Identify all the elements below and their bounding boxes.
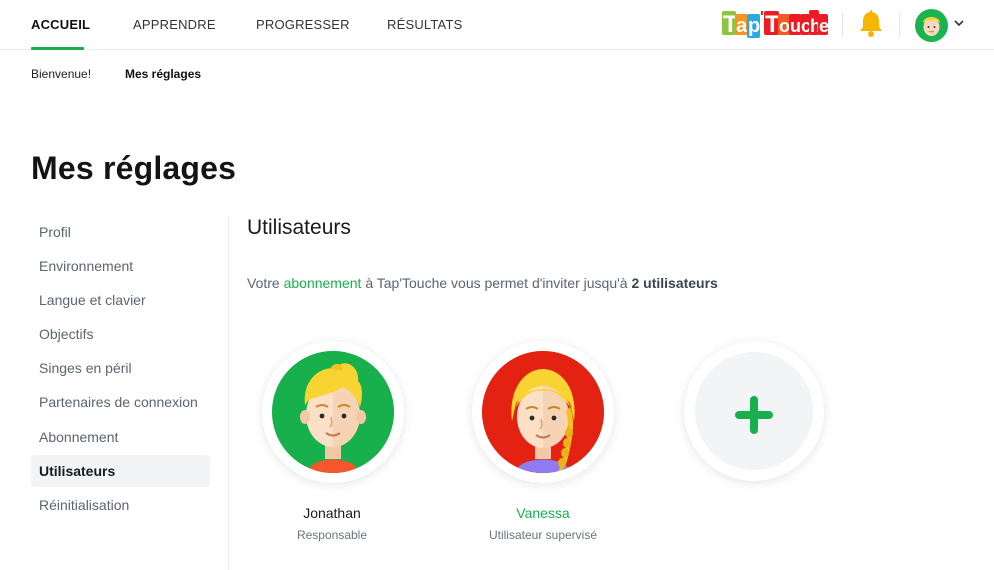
girl-avatar-icon <box>482 351 604 473</box>
nav-resultats[interactable]: RÉSULTATS <box>387 17 462 32</box>
user-avatar[interactable] <box>482 351 604 473</box>
section-title: Utilisateurs <box>247 216 351 239</box>
plus-icon <box>735 396 773 434</box>
page-title: Mes réglages <box>31 150 237 186</box>
boy-avatar-icon <box>272 351 394 473</box>
subnav-bienvenue[interactable]: Bienvenue! <box>31 67 91 81</box>
svg-text:p: p <box>748 15 760 37</box>
nav-progresser[interactable]: PROGRESSER <box>256 17 350 32</box>
user-limit: 2 utilisateurs <box>631 275 718 291</box>
subnav-mes-reglages[interactable]: Mes réglages <box>125 67 201 81</box>
bell-icon[interactable] <box>858 10 884 38</box>
sidebar-item-langue-clavier[interactable]: Langue et clavier <box>31 284 210 316</box>
user-name-jonathan: Jonathan <box>303 505 361 521</box>
sidebar-item-utilisateurs[interactable]: Utilisateurs <box>31 455 210 487</box>
divider <box>842 13 843 37</box>
nav-apprendre[interactable]: APPRENDRE <box>133 17 216 32</box>
sidebar-item-singes[interactable]: Singes en péril <box>31 352 210 384</box>
sidebar-item-abonnement[interactable]: Abonnement <box>31 421 210 453</box>
svg-text:a: a <box>736 15 748 37</box>
user-name-vanessa[interactable]: Vanessa <box>453 505 633 521</box>
svg-text:e: e <box>819 16 828 36</box>
user-role-jonathan: Responsable <box>296 528 368 542</box>
svg-text:': ' <box>760 9 764 26</box>
active-nav-indicator <box>31 47 84 50</box>
user-role-vanessa: Utilisateur supervisé <box>488 528 598 542</box>
sidebar-divider <box>228 216 229 570</box>
user-avatar-menu[interactable] <box>915 9 948 42</box>
sidebar-item-objectifs[interactable]: Objectifs <box>31 318 210 350</box>
sidebar-item-reinitialisation[interactable]: Réinitialisation <box>31 489 210 521</box>
add-user-button[interactable] <box>684 341 824 481</box>
svg-text:u: u <box>790 16 801 36</box>
avatar-icon <box>923 17 940 36</box>
taptouche-logo[interactable]: T a p ' T o u c h e <box>722 8 828 40</box>
top-navigation-bar: ACCUEIL APPRENDRE PROGRESSER RÉSULTATS T… <box>0 0 994 50</box>
subscription-info: Votre abonnement à Tap'Touche vous perme… <box>247 275 718 291</box>
sidebar-item-partenaires[interactable]: Partenaires de connexion <box>31 386 210 418</box>
chevron-down-icon[interactable] <box>953 17 965 29</box>
svg-text:T: T <box>765 11 780 38</box>
user-card-vanessa <box>472 341 614 483</box>
user-avatar[interactable] <box>272 351 394 473</box>
nav-accueil[interactable]: ACCUEIL <box>31 17 90 32</box>
divider <box>899 13 900 37</box>
user-card-jonathan <box>262 341 404 483</box>
svg-text:o: o <box>779 16 790 36</box>
sidebar-item-environnement[interactable]: Environnement <box>31 250 210 282</box>
abonnement-link[interactable]: abonnement <box>284 275 362 291</box>
sidebar-item-profil[interactable]: Profil <box>31 216 210 248</box>
